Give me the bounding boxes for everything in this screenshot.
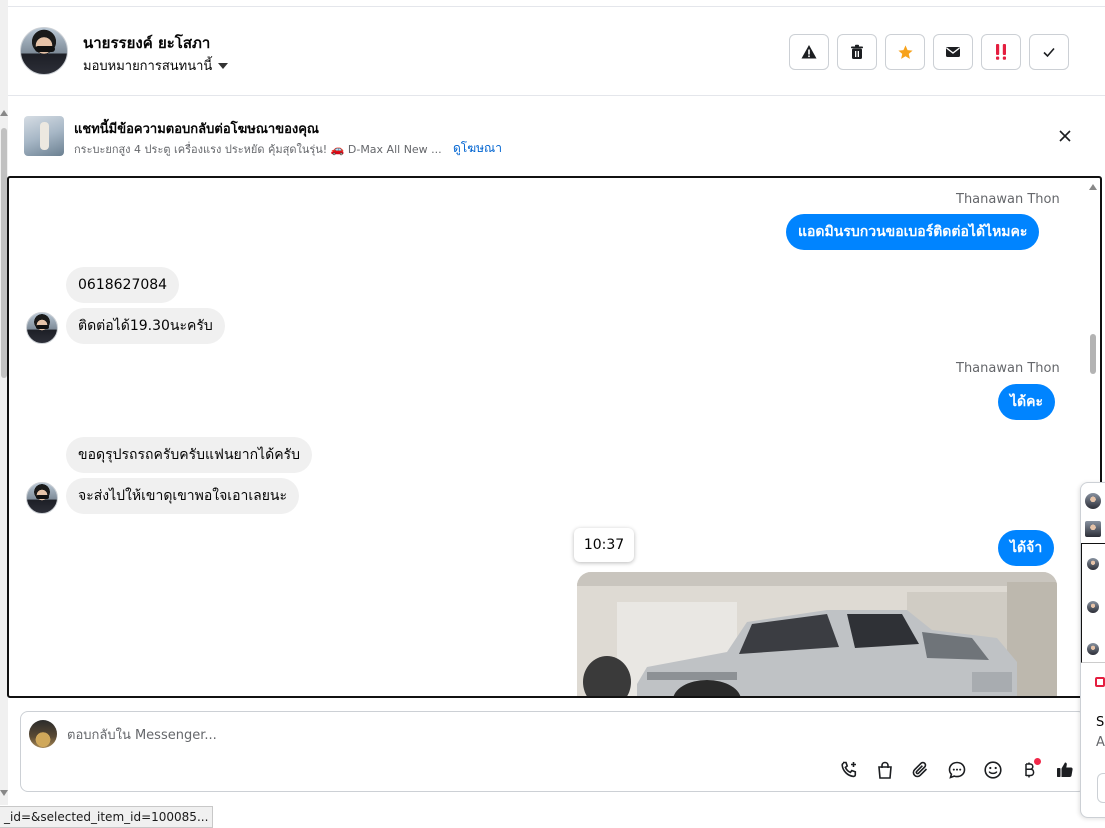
mark-done-button[interactable] — [1029, 34, 1069, 70]
ad-banner-subtitle: กระบะยกสูง 4 ประตู เครื่องแรง ประหยัด คุ… — [74, 143, 442, 156]
emoji-button[interactable] — [981, 758, 1005, 782]
message-bubble-outgoing[interactable]: ได้คะ — [998, 384, 1056, 420]
caret-down-icon — [218, 62, 229, 69]
thumbs-up-icon — [1057, 762, 1073, 777]
panel-text: S — [1096, 715, 1105, 730]
chat-avatar[interactable] — [1087, 558, 1099, 570]
sender-name: Thanawan Thon — [956, 192, 1060, 207]
browser-status-url: _id=&selected_item_id=100085... — [0, 806, 214, 828]
star-icon — [897, 44, 913, 59]
chat-avatar[interactable] — [1087, 601, 1099, 613]
check-icon — [1043, 47, 1055, 58]
assign-conversation-dropdown[interactable]: มอบหมายการสนทนานี้ — [83, 55, 229, 76]
message-bubble-outgoing[interactable]: ได้จ้า — [998, 530, 1055, 566]
close-icon[interactable] — [1057, 128, 1073, 144]
chat-bubble-icon — [948, 761, 966, 779]
notification-dot — [1034, 758, 1041, 765]
composer-toolbar — [837, 758, 1077, 782]
app-icon — [1095, 677, 1105, 687]
double-exclamation-icon — [996, 44, 1006, 60]
scroll-down-arrow[interactable] — [0, 790, 8, 796]
header-actions — [789, 34, 1069, 70]
conversation-header: นายรรยงค์ ยะโสภา มอบหมายการสนทนานี้ — [8, 6, 1105, 96]
chat-avatar[interactable] — [1085, 521, 1101, 537]
ad-reply-banner: แชทนี้มีข้อความตอบกลับต่อโฆษณาของคุณ กระ… — [8, 96, 1105, 176]
report-spam-button[interactable] — [789, 34, 829, 70]
message-photo-attachment[interactable] — [577, 572, 1057, 696]
page-avatar — [29, 720, 57, 748]
message-bubble-incoming[interactable]: จะส่งไปให้เขาดุเขาพอใจเอาเลยนะ — [66, 478, 300, 514]
chat-list-selection[interactable] — [1081, 543, 1105, 663]
contact-avatar[interactable] — [20, 27, 68, 75]
attach-button[interactable] — [909, 758, 933, 782]
envelope-icon — [946, 47, 960, 57]
assign-label: มอบหมายการสนทนานี้ — [83, 59, 213, 74]
message-bubble-incoming[interactable]: 0618627084 — [66, 267, 180, 303]
scroll-up-arrow[interactable] — [0, 110, 8, 116]
message-bubble-outgoing[interactable]: แอดมินรบกวนขอเบอร์ติดต่อได้ไหมคะ — [786, 214, 1040, 250]
pickup-truck-photo — [577, 572, 1057, 696]
star-button[interactable] — [885, 34, 925, 70]
chat-avatar[interactable] — [1087, 643, 1099, 655]
ad-thumbnail[interactable] — [24, 116, 64, 156]
message-bubble-incoming[interactable]: ติดต่อได้19.30นะครับ — [66, 308, 225, 344]
ad-banner-title: แชทนี้มีข้อความตอบกลับต่อโฆษณาของคุณ — [74, 122, 319, 137]
reply-input[interactable] — [67, 724, 767, 746]
follow-up-button[interactable] — [981, 34, 1021, 70]
call-button[interactable] — [837, 758, 861, 782]
phone-plus-icon — [841, 761, 857, 778]
shop-button[interactable] — [873, 758, 897, 782]
message-time-tooltip: 10:37 — [574, 528, 634, 562]
message-bubble-incoming[interactable]: ขอดุรุปรถรถครับครับแฟนยากได้ครับ — [66, 437, 312, 473]
inbox-window: นายรรยงค์ ยะโสภา มอบหมายการสนทนานี้ แชทน… — [0, 0, 1105, 828]
saved-replies-button[interactable] — [945, 758, 969, 782]
view-ad-link[interactable]: ดูโฆษณา — [453, 139, 502, 158]
panel-text: A — [1096, 735, 1105, 750]
side-chat-panel[interactable]: S A — [1080, 482, 1105, 818]
contact-name[interactable]: นายรรยงค์ ยะโสภา — [83, 31, 210, 55]
scroll-thumb[interactable] — [1090, 334, 1096, 374]
payment-button[interactable] — [1017, 758, 1041, 782]
contact-avatar-small[interactable] — [26, 482, 58, 514]
shopping-bag-icon — [878, 761, 892, 779]
panel-button[interactable] — [1097, 773, 1105, 803]
smiley-icon — [984, 761, 1002, 779]
reply-composer — [20, 711, 1086, 792]
warning-icon — [801, 45, 817, 59]
trash-icon — [851, 44, 863, 59]
like-button[interactable] — [1053, 758, 1077, 782]
message-thread[interactable]: Thanawan Thon แอดมินรบกวนขอเบอร์ติดต่อได… — [7, 176, 1102, 698]
scroll-up-arrow[interactable] — [1089, 184, 1097, 190]
sender-name: Thanawan Thon — [956, 361, 1060, 376]
mark-unread-button[interactable] — [933, 34, 973, 70]
chat-avatar[interactable] — [1085, 493, 1101, 509]
contact-avatar-small[interactable] — [26, 312, 58, 344]
paperclip-icon — [912, 761, 928, 778]
delete-button[interactable] — [837, 34, 877, 70]
